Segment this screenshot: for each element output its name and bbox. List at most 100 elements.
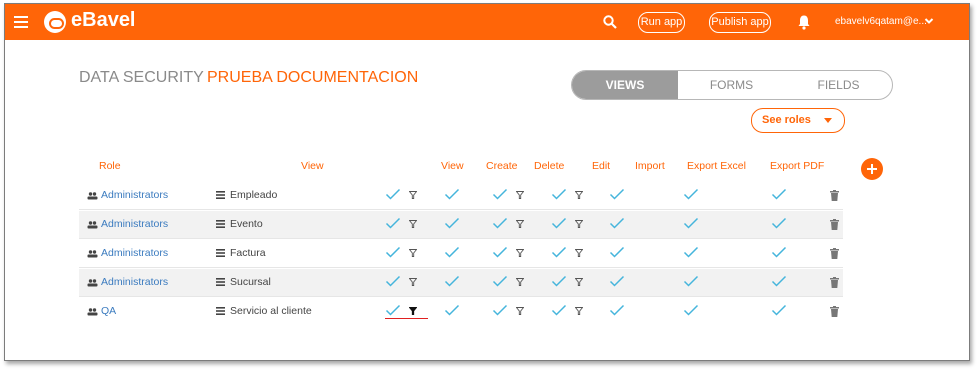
check-icon[interactable] [683,304,699,316]
role-link[interactable]: Administrators [101,276,168,288]
trash-icon[interactable] [830,306,839,317]
list-icon [216,191,225,199]
table-row: QA Servicio al cliente [79,298,843,325]
filter-icon[interactable] [516,220,524,228]
filter-icon[interactable] [575,249,583,257]
check-icon[interactable] [385,275,401,287]
column-header-export-pdf: Export PDF [770,160,825,172]
role-link[interactable]: QA [101,305,116,317]
filter-icon[interactable] [409,191,417,199]
caret-down-icon [824,118,832,123]
filter-icon[interactable] [409,249,417,257]
filter-icon[interactable] [575,191,583,199]
check-icon[interactable] [683,188,699,200]
add-permission-button[interactable] [861,158,883,180]
search-icon[interactable] [603,15,617,29]
view-name: Factura [230,247,266,259]
view-name: Evento [230,218,263,230]
chevron-down-icon[interactable] [924,16,934,26]
publish-app-button[interactable]: Publish app [709,12,771,33]
users-icon [87,279,98,287]
check-icon[interactable] [683,275,699,287]
check-icon[interactable] [444,275,460,287]
column-header-import: Import [635,160,665,172]
check-icon[interactable] [771,304,787,316]
check-icon[interactable] [551,188,567,200]
trash-icon[interactable] [830,219,839,230]
filter-icon[interactable] [409,278,417,286]
check-icon[interactable] [444,217,460,229]
check-icon[interactable] [609,217,625,229]
cloud-logo-icon [44,11,66,33]
list-icon [216,278,225,286]
check-icon[interactable] [492,275,508,287]
user-name[interactable]: ebavelv6qatam@e... [835,16,927,27]
check-icon[interactable] [385,304,401,316]
check-icon[interactable] [551,246,567,258]
check-icon[interactable] [492,217,508,229]
check-icon[interactable] [771,188,787,200]
page-subtitle: PRUEBA DOCUMENTACION [207,69,419,86]
column-header-delete: Delete [534,160,565,172]
see-roles-label: See roles [762,114,811,126]
check-icon[interactable] [551,275,567,287]
top-bar: eBavel Run app Publish app ebavelv6qatam… [5,4,969,40]
check-icon[interactable] [444,246,460,258]
trash-icon[interactable] [830,248,839,259]
highlight-underline [385,318,428,319]
users-icon [87,250,98,258]
check-icon[interactable] [492,188,508,200]
tab-forms[interactable]: FORMS [678,71,785,99]
check-icon[interactable] [492,304,508,316]
list-icon [216,249,225,257]
check-icon[interactable] [771,217,787,229]
filter-icon[interactable] [575,220,583,228]
filter-icon[interactable] [516,278,524,286]
view-name: Sucursal [230,276,271,288]
check-icon[interactable] [492,246,508,258]
check-icon[interactable] [385,188,401,200]
filter-icon[interactable] [575,278,583,286]
view-name: Empleado [230,189,278,201]
check-icon[interactable] [683,217,699,229]
check-icon[interactable] [385,217,401,229]
check-icon[interactable] [551,217,567,229]
role-link[interactable]: Administrators [101,189,168,201]
users-icon [87,221,98,229]
list-icon [216,307,225,315]
filter-icon[interactable] [516,191,524,199]
filter-icon[interactable] [516,307,524,315]
check-icon[interactable] [609,304,625,316]
table-row: Administrators Evento [79,211,843,239]
check-icon[interactable] [771,246,787,258]
column-header-edit: Edit [592,160,611,172]
column-header-create: Create [486,160,518,172]
view-name: Servicio al cliente [230,305,312,317]
check-icon[interactable] [683,246,699,258]
role-link[interactable]: Administrators [101,218,168,230]
bell-icon[interactable] [797,14,811,30]
check-icon[interactable] [609,246,625,258]
check-icon[interactable] [385,246,401,258]
check-icon[interactable] [771,275,787,287]
check-icon[interactable] [609,188,625,200]
check-icon[interactable] [444,188,460,200]
tab-views[interactable]: VIEWS [572,71,678,99]
column-header-export-excel: Export Excel [687,160,746,172]
column-header-role: Role [99,160,121,172]
tab-fields[interactable]: FIELDS [785,71,892,99]
check-icon[interactable] [444,304,460,316]
see-roles-dropdown[interactable]: See roles [751,108,845,133]
menu-icon[interactable] [14,16,28,28]
filter-active-icon[interactable] [409,307,417,315]
trash-icon[interactable] [830,190,839,201]
filter-icon[interactable] [516,249,524,257]
role-link[interactable]: Administrators [101,247,168,259]
trash-icon[interactable] [830,277,839,288]
filter-icon[interactable] [409,220,417,228]
users-icon [87,192,98,200]
check-icon[interactable] [551,304,567,316]
check-icon[interactable] [609,275,625,287]
run-app-button[interactable]: Run app [638,12,685,33]
filter-icon[interactable] [575,307,583,315]
